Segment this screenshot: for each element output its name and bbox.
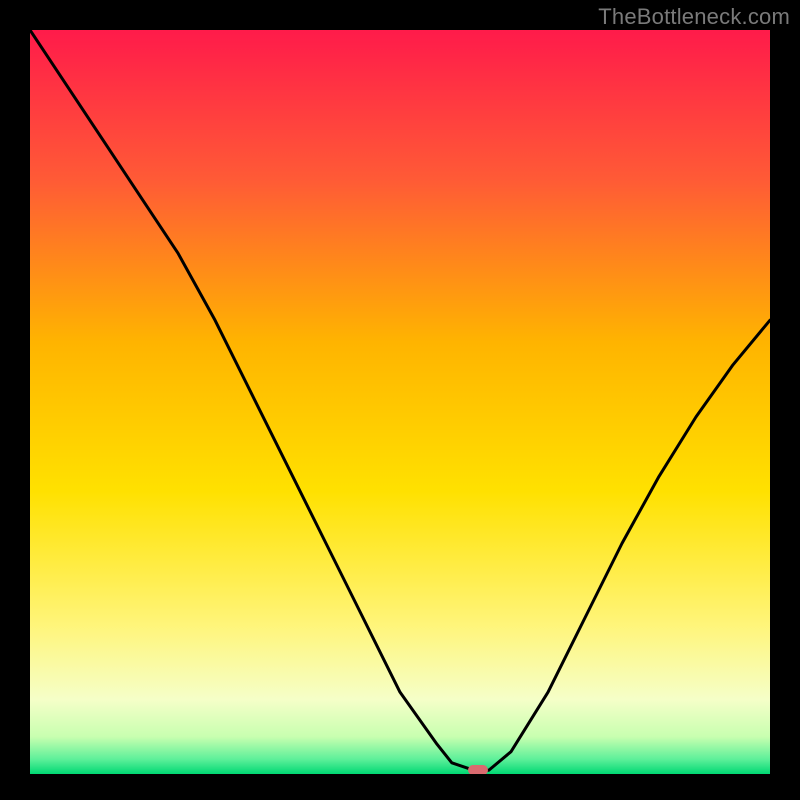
watermark-text: TheBottleneck.com <box>598 4 790 30</box>
chart-frame: TheBottleneck.com <box>0 0 800 800</box>
bottleneck-chart <box>30 30 770 774</box>
optimum-marker-icon <box>468 765 488 774</box>
gradient-background <box>30 30 770 774</box>
plot-area <box>30 30 770 774</box>
